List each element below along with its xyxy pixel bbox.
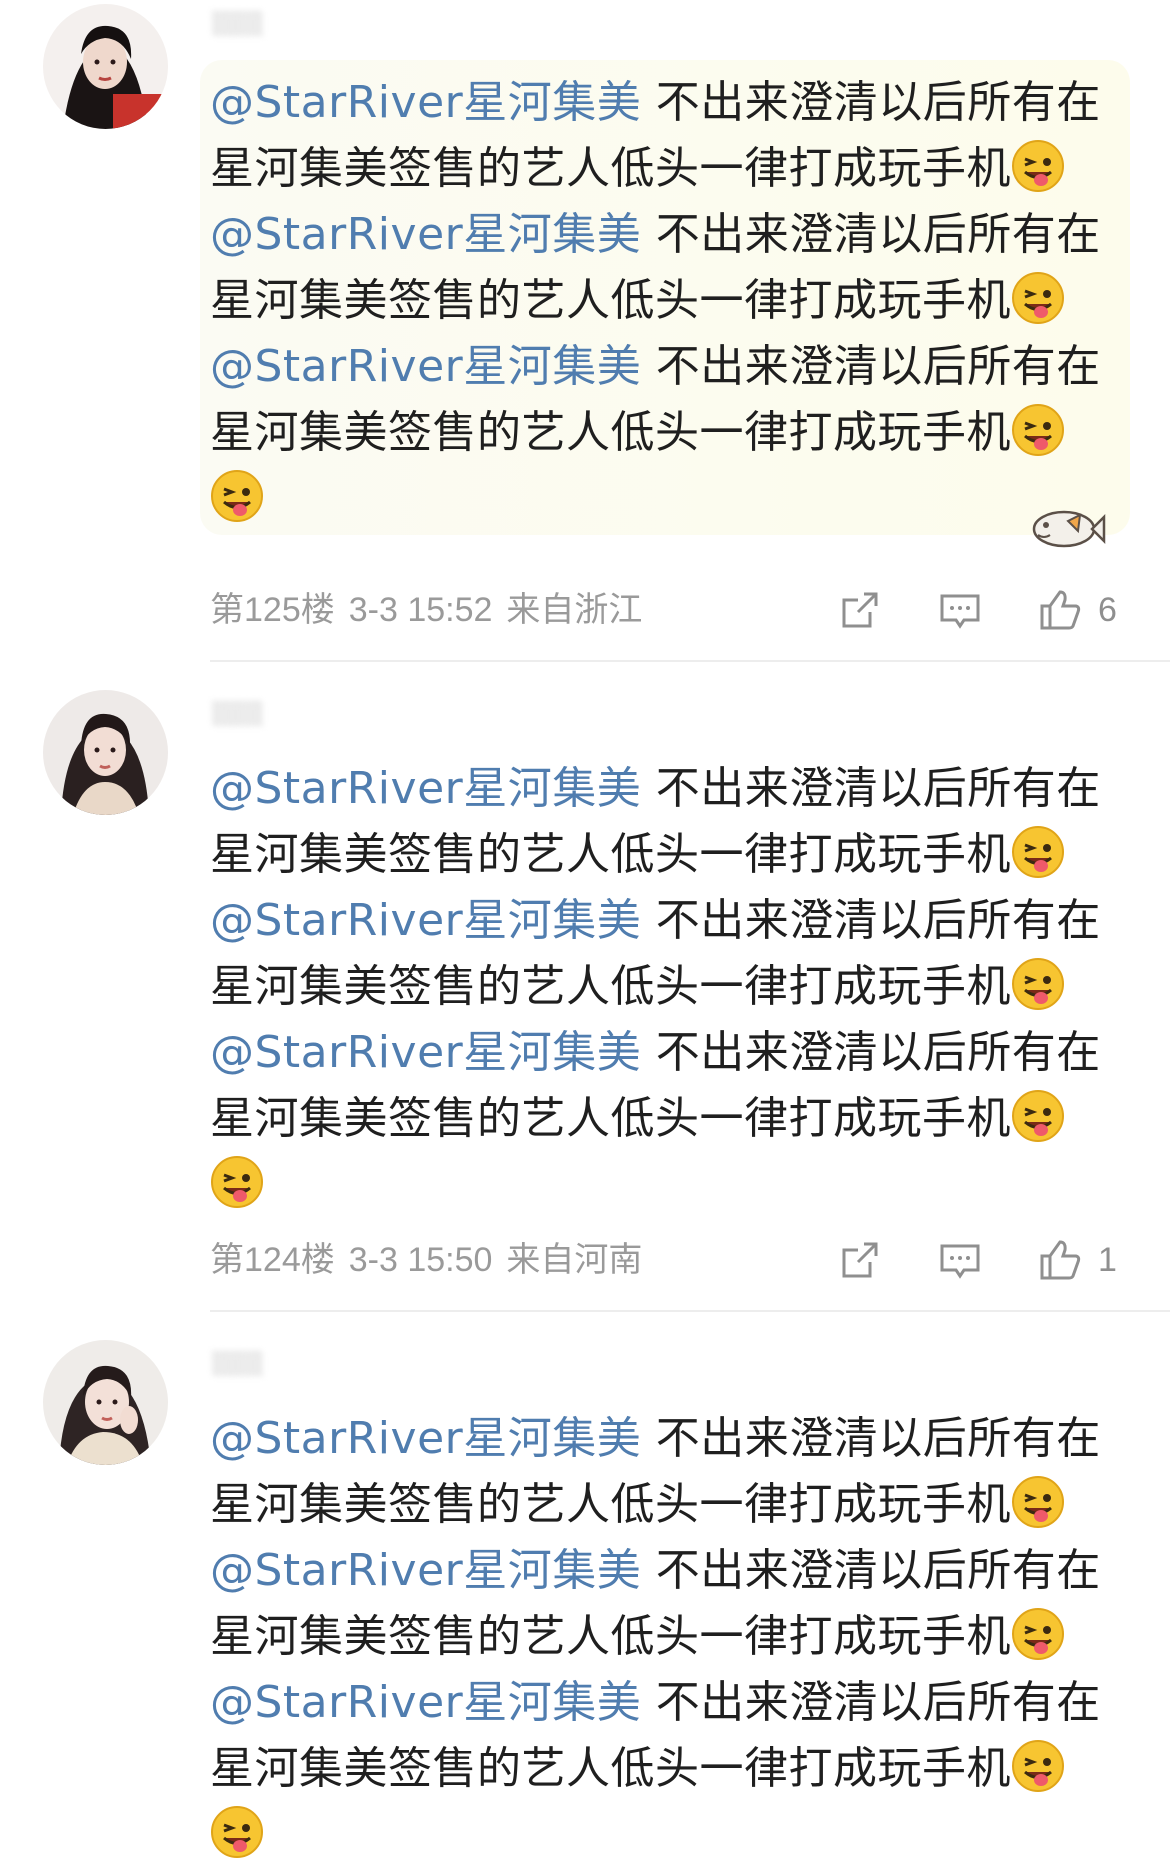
comment-body: @StarRiver星河集美 不出来澄清以后所有在 星河集美签售的艺人低头一律打… <box>210 756 1110 1218</box>
share-button[interactable] <box>838 1238 882 1282</box>
tongue-emoji-icon <box>1011 825 1065 879</box>
divider <box>210 1310 1170 1312</box>
divider <box>210 660 1170 662</box>
share-button[interactable] <box>838 588 882 632</box>
comment-line: @StarRiver星河集美 不出来澄清以后所有在 <box>210 1677 1101 1728</box>
username[interactable]: ▒▒▒ <box>212 1350 472 1380</box>
mention-link[interactable]: @StarRiver星河集美 <box>210 341 641 392</box>
comment-line: 星河集美签售的艺人低头一律打成玩手机 <box>210 1086 1110 1152</box>
comment-line: @StarRiver星河集美 不出来澄清以后所有在 <box>210 341 1101 392</box>
comment-body: @StarRiver星河集美 不出来澄清以后所有在 星河集美签售的艺人低头一律打… <box>210 70 1110 532</box>
share-icon <box>842 1242 878 1278</box>
floor-number: 第125楼 <box>210 591 335 629</box>
tongue-emoji-icon <box>210 1805 264 1859</box>
comment-line: 星河集美签售的艺人低头一律打成玩手机 <box>210 1736 1110 1802</box>
mention-link[interactable]: @StarRiver星河集美 <box>210 209 641 260</box>
username[interactable]: ▒▒▒ <box>212 700 472 730</box>
comment-line: 星河集美签售的艺人低头一律打成玩手机 <box>210 136 1110 202</box>
comment-icon <box>940 594 980 629</box>
comment-line: 星河集美签售的艺人低头一律打成玩手机 <box>210 268 1110 334</box>
thumbs-up-icon <box>1040 590 1081 630</box>
mention-link[interactable]: @StarRiver星河集美 <box>210 1413 641 1464</box>
floor-number: 第124楼 <box>210 1241 335 1279</box>
comment-actions: 1 <box>830 1238 1130 1282</box>
tongue-emoji-icon <box>1011 1089 1065 1143</box>
comment-line: 星河集美签售的艺人低头一律打成玩手机 <box>210 954 1110 1020</box>
tongue-emoji-icon <box>210 1155 264 1209</box>
thumbs-up-icon <box>1040 1240 1081 1280</box>
tongue-emoji-icon <box>1011 271 1065 325</box>
comment-line <box>210 466 1110 532</box>
comment-line: @StarRiver星河集美 不出来澄清以后所有在 <box>210 77 1101 128</box>
tongue-emoji-icon <box>1011 139 1065 193</box>
avatar[interactable] <box>43 4 168 129</box>
comment-line: 星河集美签售的艺人低头一律打成玩手机 <box>210 1604 1110 1670</box>
comment-line <box>210 1802 1110 1868</box>
timestamp: 3-3 15:52 <box>348 591 493 629</box>
comment-meta: 第124楼 3-3 15:50 来自河南 1 <box>210 1238 1130 1282</box>
comment-line: @StarRiver星河集美 不出来澄清以后所有在 <box>210 895 1101 946</box>
like-button[interactable]: 1 <box>1038 1238 1130 1282</box>
location: 来自河南 <box>506 1241 643 1279</box>
comment-actions: 6 <box>830 588 1130 632</box>
comment-line <box>210 1152 1110 1218</box>
comment-body: @StarRiver星河集美 不出来澄清以后所有在 星河集美签售的艺人低头一律打… <box>210 1406 1110 1868</box>
tongue-emoji-icon <box>1011 1475 1065 1529</box>
like-count: 6 <box>1098 591 1117 629</box>
comment-line: @StarRiver星河集美 不出来澄清以后所有在 <box>210 209 1101 260</box>
username[interactable]: ▒▒▒ <box>212 10 472 40</box>
mention-link[interactable]: @StarRiver星河集美 <box>210 1027 641 1078</box>
reply-button[interactable] <box>938 588 982 632</box>
reply-button[interactable] <box>938 1238 982 1282</box>
comment-line: @StarRiver星河集美 不出来澄清以后所有在 <box>210 1413 1101 1464</box>
tongue-emoji-icon <box>1011 1739 1065 1793</box>
share-icon <box>842 592 878 628</box>
comment-line: 星河集美签售的艺人低头一律打成玩手机 <box>210 400 1110 466</box>
tongue-emoji-icon <box>210 469 264 523</box>
timestamp: 3-3 15:50 <box>348 1241 493 1279</box>
mention-link[interactable]: @StarRiver星河集美 <box>210 1677 641 1728</box>
comment-meta: 第125楼 3-3 15:52 来自浙江 6 <box>210 588 1130 632</box>
like-button[interactable]: 6 <box>1038 588 1130 632</box>
tongue-emoji-icon <box>1011 403 1065 457</box>
avatar[interactable] <box>43 1340 168 1465</box>
comment-line: @StarRiver星河集美 不出来澄清以后所有在 <box>210 1027 1101 1078</box>
location: 来自浙江 <box>506 591 643 629</box>
mention-link[interactable]: @StarRiver星河集美 <box>210 77 641 128</box>
comment-line: 星河集美签售的艺人低头一律打成玩手机 <box>210 1472 1110 1538</box>
tongue-emoji-icon <box>1011 1607 1065 1661</box>
like-count: 1 <box>1098 1241 1117 1279</box>
comment-line: 星河集美签售的艺人低头一律打成玩手机 <box>210 822 1110 888</box>
mention-link[interactable]: @StarRiver星河集美 <box>210 763 641 814</box>
comment-line: @StarRiver星河集美 不出来澄清以后所有在 <box>210 763 1101 814</box>
comment-line: @StarRiver星河集美 不出来澄清以后所有在 <box>210 1545 1101 1596</box>
mention-link[interactable]: @StarRiver星河集美 <box>210 1545 641 1596</box>
avatar[interactable] <box>43 690 168 815</box>
comment-icon <box>940 1244 980 1279</box>
mention-link[interactable]: @StarRiver星河集美 <box>210 895 641 946</box>
tongue-emoji-icon <box>1011 957 1065 1011</box>
